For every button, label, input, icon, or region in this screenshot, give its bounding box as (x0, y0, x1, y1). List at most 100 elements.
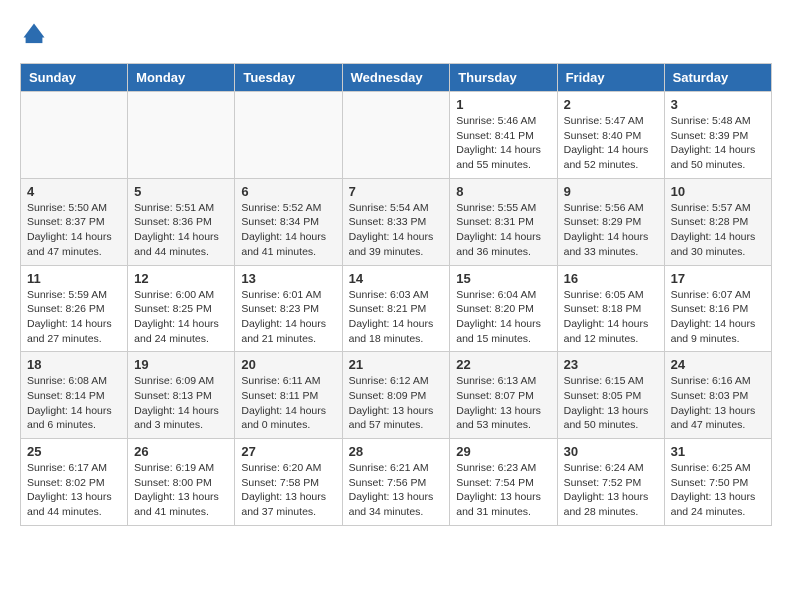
calendar-cell (128, 92, 235, 179)
calendar-header-row: SundayMondayTuesdayWednesdayThursdayFrid… (21, 64, 772, 92)
calendar-cell: 19 Sunrise: 6:09 AM Sunset: 8:13 PM Dayl… (128, 352, 235, 439)
day-info: Sunrise: 5:55 AM Sunset: 8:31 PM Dayligh… (456, 201, 550, 260)
day-number: 31 (671, 444, 765, 459)
day-info: Sunrise: 6:00 AM Sunset: 8:25 PM Dayligh… (134, 288, 228, 347)
day-info: Sunrise: 6:17 AM Sunset: 8:02 PM Dayligh… (27, 461, 121, 520)
calendar-cell: 16 Sunrise: 6:05 AM Sunset: 8:18 PM Dayl… (557, 265, 664, 352)
day-number: 3 (671, 97, 765, 112)
day-number: 6 (241, 184, 335, 199)
calendar-cell: 9 Sunrise: 5:56 AM Sunset: 8:29 PM Dayli… (557, 178, 664, 265)
calendar-cell: 28 Sunrise: 6:21 AM Sunset: 7:56 PM Dayl… (342, 439, 450, 526)
calendar-cell: 29 Sunrise: 6:23 AM Sunset: 7:54 PM Dayl… (450, 439, 557, 526)
calendar-cell: 31 Sunrise: 6:25 AM Sunset: 7:50 PM Dayl… (664, 439, 771, 526)
day-info: Sunrise: 6:20 AM Sunset: 7:58 PM Dayligh… (241, 461, 335, 520)
day-info: Sunrise: 5:48 AM Sunset: 8:39 PM Dayligh… (671, 114, 765, 173)
day-number: 1 (456, 97, 550, 112)
day-info: Sunrise: 5:59 AM Sunset: 8:26 PM Dayligh… (27, 288, 121, 347)
calendar-cell: 13 Sunrise: 6:01 AM Sunset: 8:23 PM Dayl… (235, 265, 342, 352)
day-number: 2 (564, 97, 658, 112)
weekday-header: Monday (128, 64, 235, 92)
calendar-cell: 26 Sunrise: 6:19 AM Sunset: 8:00 PM Dayl… (128, 439, 235, 526)
weekday-header: Thursday (450, 64, 557, 92)
day-info: Sunrise: 6:19 AM Sunset: 8:00 PM Dayligh… (134, 461, 228, 520)
calendar-week-row: 18 Sunrise: 6:08 AM Sunset: 8:14 PM Dayl… (21, 352, 772, 439)
day-number: 22 (456, 357, 550, 372)
calendar-cell: 5 Sunrise: 5:51 AM Sunset: 8:36 PM Dayli… (128, 178, 235, 265)
calendar-week-row: 4 Sunrise: 5:50 AM Sunset: 8:37 PM Dayli… (21, 178, 772, 265)
calendar-cell: 6 Sunrise: 5:52 AM Sunset: 8:34 PM Dayli… (235, 178, 342, 265)
day-info: Sunrise: 6:05 AM Sunset: 8:18 PM Dayligh… (564, 288, 658, 347)
day-info: Sunrise: 6:25 AM Sunset: 7:50 PM Dayligh… (671, 461, 765, 520)
day-info: Sunrise: 5:52 AM Sunset: 8:34 PM Dayligh… (241, 201, 335, 260)
day-number: 16 (564, 271, 658, 286)
day-info: Sunrise: 6:03 AM Sunset: 8:21 PM Dayligh… (349, 288, 444, 347)
day-number: 19 (134, 357, 228, 372)
calendar-cell: 3 Sunrise: 5:48 AM Sunset: 8:39 PM Dayli… (664, 92, 771, 179)
page-header (20, 20, 772, 48)
calendar-cell: 15 Sunrise: 6:04 AM Sunset: 8:20 PM Dayl… (450, 265, 557, 352)
day-number: 15 (456, 271, 550, 286)
day-info: Sunrise: 6:09 AM Sunset: 8:13 PM Dayligh… (134, 374, 228, 433)
calendar-cell: 7 Sunrise: 5:54 AM Sunset: 8:33 PM Dayli… (342, 178, 450, 265)
weekday-header: Wednesday (342, 64, 450, 92)
day-info: Sunrise: 6:11 AM Sunset: 8:11 PM Dayligh… (241, 374, 335, 433)
day-info: Sunrise: 6:21 AM Sunset: 7:56 PM Dayligh… (349, 461, 444, 520)
weekday-header: Sunday (21, 64, 128, 92)
day-info: Sunrise: 6:15 AM Sunset: 8:05 PM Dayligh… (564, 374, 658, 433)
day-number: 30 (564, 444, 658, 459)
day-number: 11 (27, 271, 121, 286)
day-number: 17 (671, 271, 765, 286)
day-number: 24 (671, 357, 765, 372)
calendar-week-row: 1 Sunrise: 5:46 AM Sunset: 8:41 PM Dayli… (21, 92, 772, 179)
calendar-cell: 21 Sunrise: 6:12 AM Sunset: 8:09 PM Dayl… (342, 352, 450, 439)
day-number: 28 (349, 444, 444, 459)
day-number: 23 (564, 357, 658, 372)
calendar-cell: 18 Sunrise: 6:08 AM Sunset: 8:14 PM Dayl… (21, 352, 128, 439)
day-info: Sunrise: 6:12 AM Sunset: 8:09 PM Dayligh… (349, 374, 444, 433)
day-number: 21 (349, 357, 444, 372)
day-info: Sunrise: 6:16 AM Sunset: 8:03 PM Dayligh… (671, 374, 765, 433)
day-info: Sunrise: 6:23 AM Sunset: 7:54 PM Dayligh… (456, 461, 550, 520)
day-info: Sunrise: 6:01 AM Sunset: 8:23 PM Dayligh… (241, 288, 335, 347)
calendar-cell: 17 Sunrise: 6:07 AM Sunset: 8:16 PM Dayl… (664, 265, 771, 352)
day-number: 9 (564, 184, 658, 199)
calendar-cell (235, 92, 342, 179)
calendar-cell: 14 Sunrise: 6:03 AM Sunset: 8:21 PM Dayl… (342, 265, 450, 352)
weekday-header: Saturday (664, 64, 771, 92)
calendar-cell (342, 92, 450, 179)
calendar-cell: 23 Sunrise: 6:15 AM Sunset: 8:05 PM Dayl… (557, 352, 664, 439)
day-number: 7 (349, 184, 444, 199)
logo (20, 20, 52, 48)
day-info: Sunrise: 5:50 AM Sunset: 8:37 PM Dayligh… (27, 201, 121, 260)
day-info: Sunrise: 6:13 AM Sunset: 8:07 PM Dayligh… (456, 374, 550, 433)
day-info: Sunrise: 5:47 AM Sunset: 8:40 PM Dayligh… (564, 114, 658, 173)
day-info: Sunrise: 5:57 AM Sunset: 8:28 PM Dayligh… (671, 201, 765, 260)
day-number: 5 (134, 184, 228, 199)
day-number: 18 (27, 357, 121, 372)
day-info: Sunrise: 5:51 AM Sunset: 8:36 PM Dayligh… (134, 201, 228, 260)
day-info: Sunrise: 5:54 AM Sunset: 8:33 PM Dayligh… (349, 201, 444, 260)
day-number: 25 (27, 444, 121, 459)
calendar-cell: 30 Sunrise: 6:24 AM Sunset: 7:52 PM Dayl… (557, 439, 664, 526)
day-info: Sunrise: 5:56 AM Sunset: 8:29 PM Dayligh… (564, 201, 658, 260)
day-number: 20 (241, 357, 335, 372)
day-number: 10 (671, 184, 765, 199)
calendar-cell: 27 Sunrise: 6:20 AM Sunset: 7:58 PM Dayl… (235, 439, 342, 526)
calendar-cell: 12 Sunrise: 6:00 AM Sunset: 8:25 PM Dayl… (128, 265, 235, 352)
calendar-cell: 25 Sunrise: 6:17 AM Sunset: 8:02 PM Dayl… (21, 439, 128, 526)
day-info: Sunrise: 5:46 AM Sunset: 8:41 PM Dayligh… (456, 114, 550, 173)
calendar-cell: 11 Sunrise: 5:59 AM Sunset: 8:26 PM Dayl… (21, 265, 128, 352)
weekday-header: Friday (557, 64, 664, 92)
calendar-week-row: 11 Sunrise: 5:59 AM Sunset: 8:26 PM Dayl… (21, 265, 772, 352)
day-number: 12 (134, 271, 228, 286)
day-number: 26 (134, 444, 228, 459)
calendar-cell: 10 Sunrise: 5:57 AM Sunset: 8:28 PM Dayl… (664, 178, 771, 265)
calendar-cell: 24 Sunrise: 6:16 AM Sunset: 8:03 PM Dayl… (664, 352, 771, 439)
logo-icon (20, 20, 48, 48)
day-info: Sunrise: 6:04 AM Sunset: 8:20 PM Dayligh… (456, 288, 550, 347)
day-number: 29 (456, 444, 550, 459)
day-number: 27 (241, 444, 335, 459)
day-number: 8 (456, 184, 550, 199)
calendar-cell: 2 Sunrise: 5:47 AM Sunset: 8:40 PM Dayli… (557, 92, 664, 179)
weekday-header: Tuesday (235, 64, 342, 92)
